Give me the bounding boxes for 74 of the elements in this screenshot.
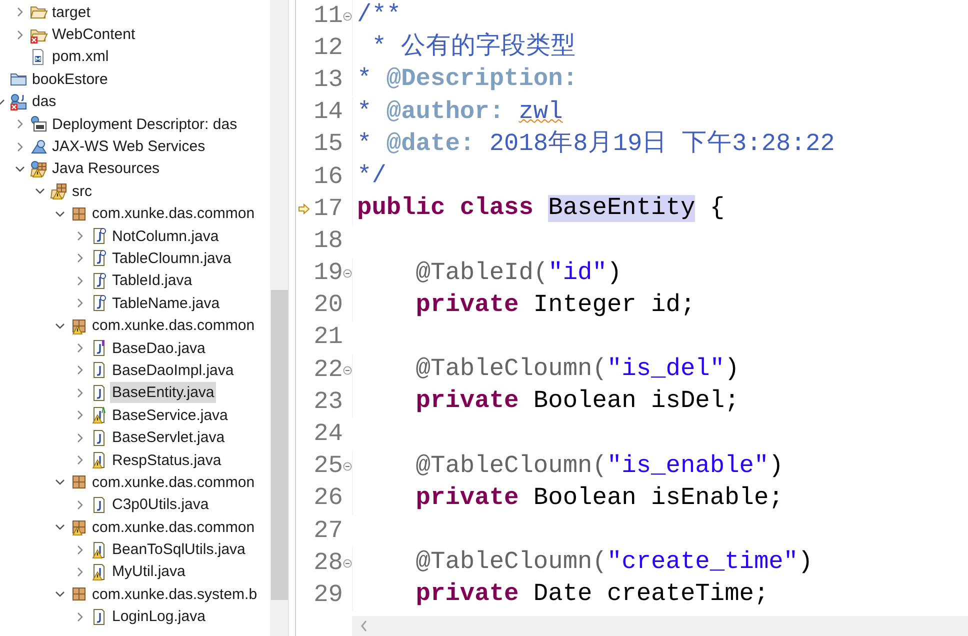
code-line: * @date: 2018年8月19日 下午3:28:22 [352, 128, 835, 161]
tree-item[interactable]: TableId.java [110, 270, 194, 292]
line-number: 23 [312, 388, 343, 416]
horizontal-scrollbar[interactable] [352, 616, 968, 636]
line-number: 22 [312, 356, 343, 384]
web-services-icon [30, 138, 48, 156]
line-number: 15 [312, 131, 343, 158]
tree-item[interactable]: NotColumn.java [110, 226, 221, 247]
tree-item[interactable]: WebContent [50, 24, 138, 46]
line-number: 26 [312, 485, 343, 512]
scroll-left-icon[interactable] [360, 620, 368, 632]
tree-item[interactable]: Java Resources [50, 158, 162, 180]
line-number: 29 [312, 582, 343, 609]
tree-item[interactable]: Deployment Descriptor: das [50, 114, 240, 135]
code-line: @TableId("id") [352, 258, 622, 290]
code-line: private Date createTime; [352, 579, 769, 612]
line-number: 24 [312, 421, 343, 448]
code-line: private Boolean isEnable; [352, 482, 784, 515]
code-line: * @Description: [352, 64, 578, 96]
tree-item[interactable]: BeanToSqlUtils.java [110, 539, 248, 560]
fold-toggle-icon[interactable] [343, 558, 352, 568]
line-number: 16 [312, 164, 343, 191]
line-number: 21 [312, 324, 343, 352]
code-line: @TableCloumn("is_del") [352, 354, 740, 386]
line-number: 19 [312, 260, 343, 288]
code-line: /** [352, 0, 402, 32]
scrollbar-thumb[interactable] [271, 290, 288, 600]
tree-item[interactable]: bookEstore [30, 68, 110, 90]
fold-toggle-icon[interactable] [343, 366, 352, 375]
code-line: * @author: zwl [352, 96, 563, 129]
tree-item[interactable]: TableName.java [110, 292, 222, 314]
tree-item[interactable]: target [50, 2, 92, 23]
tree-item[interactable]: BaseDao.java [110, 338, 208, 359]
fold-toggle-icon[interactable] [343, 269, 352, 278]
tree-item[interactable]: C3p0Utils.java [110, 494, 211, 516]
line-number: 20 [312, 292, 343, 320]
tree-item[interactable]: das [30, 91, 58, 112]
line-number: 25 [312, 453, 343, 480]
line-number: 18 [312, 228, 343, 255]
tree-item[interactable]: JAX-WS Web Services [50, 136, 208, 158]
code-line: @TableCloumn("is_enable") [352, 450, 784, 483]
code-line: private Integer id; [352, 290, 696, 322]
tree-item[interactable]: TableCloumn.java [110, 248, 234, 269]
line-number: 27 [312, 518, 343, 545]
tree-item[interactable]: com.xunke.das.system.b [90, 584, 260, 605]
tree-item[interactable]: com.xunke.das.common [90, 516, 257, 538]
tree-item[interactable]: BaseServlet.java [110, 427, 227, 448]
code-line: * 公有的字段类型 [352, 32, 576, 64]
tree-item[interactable]: BaseService.java [110, 404, 230, 426]
tree-item[interactable]: BaseDaoImpl.java [110, 360, 236, 381]
code-line: @TableCloumn("create_time") [352, 547, 813, 580]
code-line: */ [352, 161, 386, 194]
tree-item[interactable]: com.xunke.das.common [90, 315, 257, 336]
line-number: 14 [312, 99, 343, 126]
fold-toggle-icon[interactable] [343, 462, 352, 472]
tree-item[interactable]: RespStatus.java [110, 450, 224, 470]
vertical-scrollbar[interactable] [270, 0, 289, 636]
tree-item[interactable]: pom.xml [50, 46, 111, 68]
line-number: 17 [312, 196, 343, 223]
line-number: 28 [312, 550, 343, 577]
tree-item[interactable]: BaseEntity.java [110, 382, 216, 404]
line-number: 11 [312, 2, 343, 30]
code-line: public class BaseEntity { [352, 193, 725, 226]
line-number: 12 [312, 34, 343, 62]
code-line: private Boolean isDel; [352, 386, 740, 418]
line-number: 13 [312, 66, 343, 94]
tree-item[interactable]: src [70, 180, 94, 202]
code-editor[interactable] [295, 0, 968, 636]
tree-item[interactable]: MyUtil.java [110, 561, 188, 582]
descriptor-icon [30, 115, 48, 134]
tree-item[interactable]: com.xunke.das.common [90, 472, 257, 493]
tree-item[interactable]: LoginLog.java [110, 606, 208, 628]
tree-item[interactable]: com.xunke.das.common [90, 203, 257, 224]
fold-toggle-icon[interactable] [343, 12, 352, 21]
